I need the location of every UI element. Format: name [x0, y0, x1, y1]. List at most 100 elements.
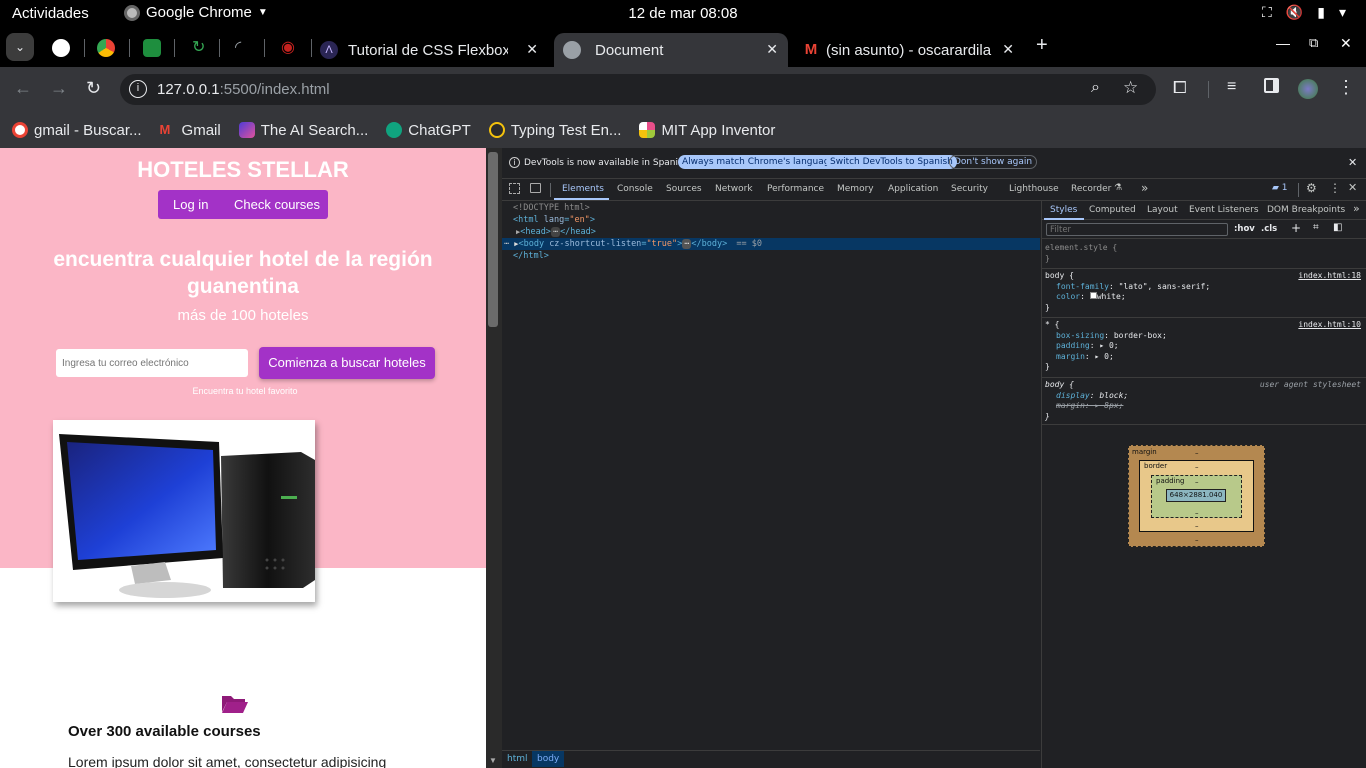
- bookmark-gmail[interactable]: M Gmail: [160, 122, 221, 139]
- element-state-icon[interactable]: ⌗: [1313, 222, 1319, 233]
- tab-dom-breakpoints[interactable]: DOM Breakpoints: [1267, 205, 1345, 215]
- pinned-tab-icon[interactable]: ◉: [281, 37, 295, 57]
- search-hotels-button[interactable]: Comienza a buscar hoteles: [259, 347, 435, 379]
- tab-document[interactable]: Document ✕: [554, 33, 788, 67]
- scroll-down-arrow[interactable]: ▼: [489, 756, 497, 765]
- close-icon[interactable]: ✕: [526, 41, 538, 58]
- bookmark-gmail-search[interactable]: gmail - Buscar...: [12, 122, 142, 139]
- more-tabs-icon[interactable]: »: [1353, 202, 1360, 215]
- app-name: Google Chrome: [146, 4, 252, 21]
- code-icon: Λ: [320, 41, 338, 59]
- ai-search-icon: [238, 122, 255, 138]
- close-icon[interactable]: ✕: [766, 41, 778, 58]
- bookmark-typing-test[interactable]: Typing Test En...: [488, 122, 621, 139]
- ellipsis-icon[interactable]: ⋯: [550, 227, 561, 237]
- loading-icon[interactable]: ◜: [235, 37, 241, 57]
- bookmark-ai-search[interactable]: The AI Search...: [238, 122, 368, 139]
- tab-application[interactable]: Application: [888, 184, 938, 194]
- class-toggle[interactable]: .cls: [1261, 224, 1277, 234]
- close-icon[interactable]: ✕: [1348, 156, 1357, 169]
- tab-console[interactable]: Console: [617, 184, 653, 194]
- media-control-icon[interactable]: ≡: [1227, 78, 1236, 96]
- check-courses-link[interactable]: Check courses: [234, 197, 320, 212]
- device-toolbar-icon[interactable]: [530, 183, 541, 193]
- tab-performance[interactable]: Performance: [767, 184, 824, 194]
- box-model-diagram[interactable]: margin – – border – – padding – – 648×28…: [1128, 445, 1265, 547]
- info-icon: i: [509, 157, 520, 168]
- bookmark-chatgpt[interactable]: ChatGPT: [386, 122, 471, 139]
- address-bar[interactable]: i 127.0.0.1:5500/index.html ⌕ ☆: [120, 74, 1156, 105]
- site-info-icon[interactable]: i: [129, 80, 147, 98]
- reload-button[interactable]: ↻: [86, 79, 101, 97]
- toggle-sidebar-icon[interactable]: ◧: [1333, 222, 1342, 233]
- hero-subheadline: más de 100 hoteles: [177, 307, 309, 324]
- chrome-webstore-icon[interactable]: [97, 39, 115, 57]
- minimize-button[interactable]: —: [1276, 35, 1290, 51]
- back-button[interactable]: ←: [14, 79, 32, 97]
- pinned-tab-icon[interactable]: ↻: [192, 37, 205, 57]
- issues-badge[interactable]: ▰ 1: [1272, 183, 1288, 193]
- forward-button[interactable]: →: [50, 79, 68, 97]
- more-menu-icon[interactable]: ⋮: [1337, 77, 1355, 98]
- tab-elements[interactable]: Elements: [562, 184, 604, 194]
- hover-state-toggle[interactable]: :hov: [1234, 224, 1255, 234]
- rule-source-link[interactable]: index.html:18: [1298, 271, 1361, 282]
- devtools-more-icon[interactable]: ⋮: [1329, 181, 1341, 195]
- power-menu-icon: ▾: [1338, 4, 1346, 20]
- inspect-element-icon[interactable]: [509, 183, 520, 194]
- chatgpt-icon: [386, 122, 403, 138]
- dont-show-again-button[interactable]: Don't show again: [949, 155, 1038, 169]
- classroom-icon[interactable]: [143, 39, 161, 57]
- system-tray[interactable]: ⛶ 🔇 ▮ ▾: [1262, 4, 1346, 21]
- styles-subtabs: Styles Computed Layout Event Listeners D…: [1042, 201, 1366, 220]
- zoom-icon[interactable]: ⌕: [1091, 79, 1100, 97]
- bookmark-star-icon[interactable]: ☆: [1123, 78, 1138, 98]
- dom-head-node[interactable]: ▶<head> ⋯ </head>: [516, 226, 596, 238]
- tab-memory[interactable]: Memory: [837, 184, 874, 194]
- dom-doctype[interactable]: <!DOCTYPE html>: [513, 202, 590, 214]
- tab-network[interactable]: Network: [715, 184, 753, 194]
- activities-button[interactable]: Actividades: [12, 5, 89, 22]
- github-icon[interactable]: [52, 39, 70, 57]
- tab-flexbox-tutorial[interactable]: Λ Tutorial de CSS Flexbox y ✕: [320, 33, 548, 67]
- dom-body-node[interactable]: ⋯ ▶<body cz-shortcut-listen="true"> ⋯ </bo…: [502, 238, 1040, 250]
- app-menu[interactable]: Google Chrome ▼: [124, 4, 268, 21]
- dom-html-open[interactable]: <html lang="en">: [513, 214, 595, 226]
- tab-computed[interactable]: Computed: [1089, 205, 1136, 215]
- more-tabs-icon[interactable]: »: [1141, 181, 1148, 195]
- login-link[interactable]: Log in: [173, 197, 208, 212]
- rule-source-link[interactable]: index.html:10: [1298, 320, 1361, 331]
- switch-spanish-button[interactable]: Switch DevTools to Spanish: [826, 155, 957, 169]
- maximize-button[interactable]: ⧉: [1309, 35, 1318, 51]
- scrollbar-thumb[interactable]: [488, 152, 498, 327]
- tab-security[interactable]: Security: [951, 184, 988, 194]
- tab-lighthouse[interactable]: Lighthouse: [1009, 184, 1059, 194]
- tab-sources[interactable]: Sources: [666, 184, 702, 194]
- color-swatch[interactable]: [1089, 292, 1097, 299]
- extensions-icon[interactable]: ⧠: [1173, 78, 1187, 98]
- close-window-button[interactable]: ✕: [1340, 35, 1352, 52]
- infobar-message: DevTools is now available in Spanish!: [524, 158, 693, 168]
- breadcrumb-body[interactable]: body: [532, 751, 565, 767]
- tab-event-listeners[interactable]: Event Listeners: [1189, 205, 1259, 215]
- new-tab-button[interactable]: +: [1036, 34, 1048, 57]
- email-field[interactable]: [56, 349, 248, 377]
- close-icon[interactable]: ✕: [1002, 41, 1014, 58]
- breadcrumb-html[interactable]: html: [507, 754, 528, 764]
- close-devtools-icon[interactable]: ✕: [1348, 181, 1357, 194]
- tab-layout[interactable]: Layout: [1147, 205, 1178, 215]
- styles-toolbar: :hov .cls + ⌗ ◧: [1042, 220, 1366, 239]
- tab-gmail[interactable]: M (sin asunto) - oscarardila ✕: [796, 33, 1024, 67]
- styles-filter-input[interactable]: [1046, 223, 1228, 236]
- side-panel-icon[interactable]: [1264, 78, 1279, 93]
- tab-search-button[interactable]: ⌄: [6, 33, 34, 61]
- profile-avatar[interactable]: [1298, 79, 1318, 99]
- match-language-button[interactable]: Always match Chrome's language: [678, 155, 839, 169]
- tab-styles[interactable]: Styles: [1050, 205, 1077, 215]
- settings-gear-icon[interactable]: ⚙: [1306, 181, 1317, 195]
- new-rule-icon[interactable]: +: [1291, 221, 1301, 235]
- dom-html-close[interactable]: </html>: [513, 250, 549, 262]
- tab-recorder[interactable]: Recorder: [1071, 184, 1111, 194]
- bookmark-app-inventor[interactable]: MIT App Inventor: [639, 122, 775, 139]
- page-scrollbar[interactable]: ▼: [486, 148, 502, 768]
